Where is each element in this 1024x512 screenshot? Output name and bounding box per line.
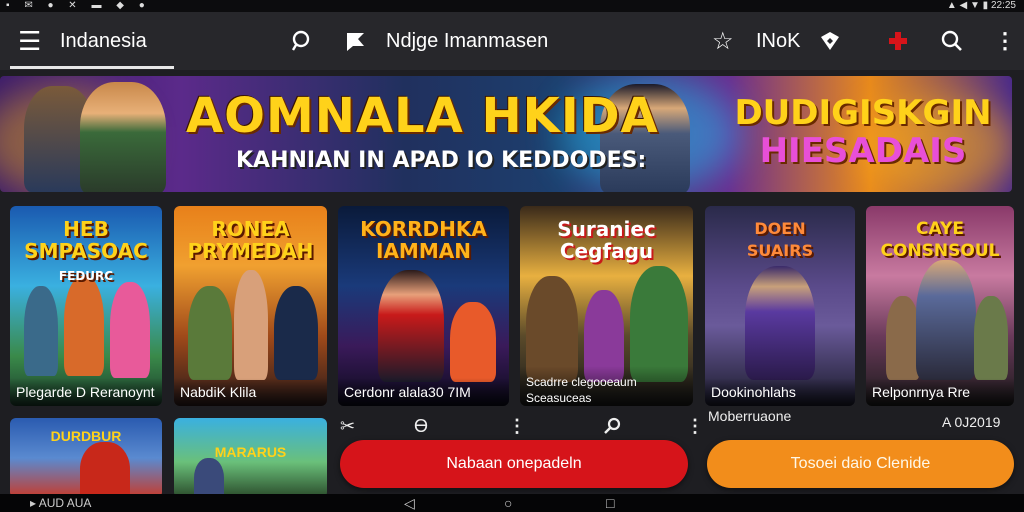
secondary-button-label: Tosoei daio Clenide <box>790 455 931 472</box>
below-caption-right: A 0J2019 <box>942 414 1001 430</box>
card-figure <box>378 270 444 382</box>
card-title: Suraniec Cegfagu <box>557 217 656 263</box>
card-caption: NabdiK Klila <box>174 378 327 406</box>
card-figure <box>80 442 130 498</box>
card-figure <box>24 286 58 376</box>
tab-indicator <box>10 66 174 69</box>
menu-icon[interactable]: ☰ <box>18 12 41 70</box>
card-figure <box>194 458 224 498</box>
banner-title: AOMNALA HKIDA <box>186 88 659 144</box>
card-figure <box>64 276 104 376</box>
card-caption: Dookinohlahs <box>705 378 855 406</box>
game-card-3[interactable]: KORRDHKA IAMMAN Cerdonr alala30 7IM <box>338 206 509 406</box>
card-figure <box>630 266 688 382</box>
card-figure <box>234 270 268 380</box>
card-figure <box>886 296 920 380</box>
hero-character-main <box>80 82 166 192</box>
game-card-5[interactable]: DOEN SUAIRS Dookinohlahs <box>705 206 855 406</box>
hero-banner[interactable]: AOMNALA HKIDA KAHNIAN IN APAD IO KEDDODE… <box>0 76 1012 192</box>
more-options-icon[interactable]: ⋮ <box>686 416 704 437</box>
nav-left-text: ▸ AUD AUA <box>30 496 92 510</box>
tool-icon[interactable]: Ɵ <box>414 416 428 437</box>
card-title-text: HEB SMPASOAC <box>24 217 148 263</box>
more-options-icon[interactable]: ⋮ <box>508 416 526 437</box>
center-label[interactable]: Ndjge Imanmasen <box>386 12 548 70</box>
card-title: DOEN SUAIRS <box>746 219 814 260</box>
search-icon-small[interactable] <box>602 416 622 436</box>
card-figure <box>274 286 318 380</box>
primary-button[interactable]: Nabaan onepadeln <box>340 440 688 488</box>
right-label[interactable]: INoK <box>756 12 800 70</box>
game-card-8[interactable]: MARARUS <box>174 418 327 498</box>
banner-right-title: DUDIGISKGIN HIESADAIS <box>718 94 1008 170</box>
card-title: KORRDHKA IAMMAN <box>360 217 487 263</box>
game-card-6[interactable]: CAYE CONSNSOUL Relponrnya Rre Catalen <box>866 206 1014 406</box>
search-icon-right[interactable] <box>940 12 964 70</box>
card-title: CAYE CONSNSOUL <box>880 219 1000 261</box>
below-caption-left: Moberruaone <box>708 408 792 424</box>
game-card-2[interactable]: RONEA PRYMEDAH NabdiK Klila <box>174 206 327 406</box>
card-figure <box>916 260 976 380</box>
home-icon[interactable]: ○ <box>504 494 512 512</box>
flag-icon[interactable] <box>344 12 368 70</box>
card-title: HEB SMPASOAC FEDURC <box>10 218 162 287</box>
card-title: MARARUS <box>214 444 287 460</box>
recents-icon[interactable]: □ <box>606 494 614 512</box>
card-caption: Cerdonr alala30 7IM <box>338 378 509 406</box>
game-card-4[interactable]: Suraniec Cegfagu Scadrre clegooeaum Scea… <box>520 206 693 406</box>
banner-right-title-line2: HIESADAIS <box>759 131 967 171</box>
game-card-7[interactable]: DURDBUR <box>10 418 162 498</box>
game-card-1[interactable]: HEB SMPASOAC FEDURC Plegarde D Reranoynt <box>10 206 162 406</box>
search-icon[interactable] <box>290 12 314 70</box>
back-icon[interactable]: ◁ <box>404 494 415 512</box>
cross-icon[interactable] <box>886 12 910 70</box>
scissors-icon[interactable]: ✂ <box>340 416 355 437</box>
status-bar: ▪ ✉ ● ✕ ▬ ◆ ● ▲ ◀ ▼ ▮ 22:25 <box>0 0 1024 12</box>
card-caption: Relponrnya Rre Catalen <box>866 378 1014 406</box>
card-caption: Scadrre clegooeaum Sceasuceas <box>520 366 693 406</box>
status-icons-left: ▪ ✉ ● ✕ ▬ ◆ ● <box>6 0 151 11</box>
banner-subtitle: KAHNIAN IN APAD IO KEDDODES: <box>236 148 647 173</box>
card-figure <box>974 296 1008 380</box>
card-caption: Plegarde D Reranoynt <box>10 378 162 406</box>
shield-icon[interactable] <box>818 12 842 70</box>
app-title[interactable]: Indanesia <box>60 12 147 70</box>
star-icon[interactable]: ☆ <box>712 12 734 70</box>
banner-right-title-line1: DUDIGISKGIN <box>734 93 992 133</box>
more-options-icon[interactable]: ⋮ <box>994 12 1016 70</box>
system-nav-bar: ▸ AUD AUA ◁ ○ □ <box>0 494 1024 512</box>
card-subtitle: FEDURC <box>58 269 114 283</box>
card-figure <box>450 302 496 382</box>
status-icons-right: ▲ ◀ ▼ ▮ 22:25 <box>946 0 1016 11</box>
app-bar: ☰ Indanesia Ndjge Imanmasen ☆ INoK ⋮ <box>0 12 1024 70</box>
card-figure <box>745 266 815 380</box>
card-title: DURDBUR <box>50 428 122 444</box>
card-title: RONEA PRYMEDAH <box>187 217 314 263</box>
primary-button-label: Nabaan onepadeln <box>446 455 582 472</box>
secondary-button[interactable]: Tosoei daio Clenide <box>707 440 1014 488</box>
card-figure <box>188 286 232 380</box>
card-figure <box>110 282 150 378</box>
